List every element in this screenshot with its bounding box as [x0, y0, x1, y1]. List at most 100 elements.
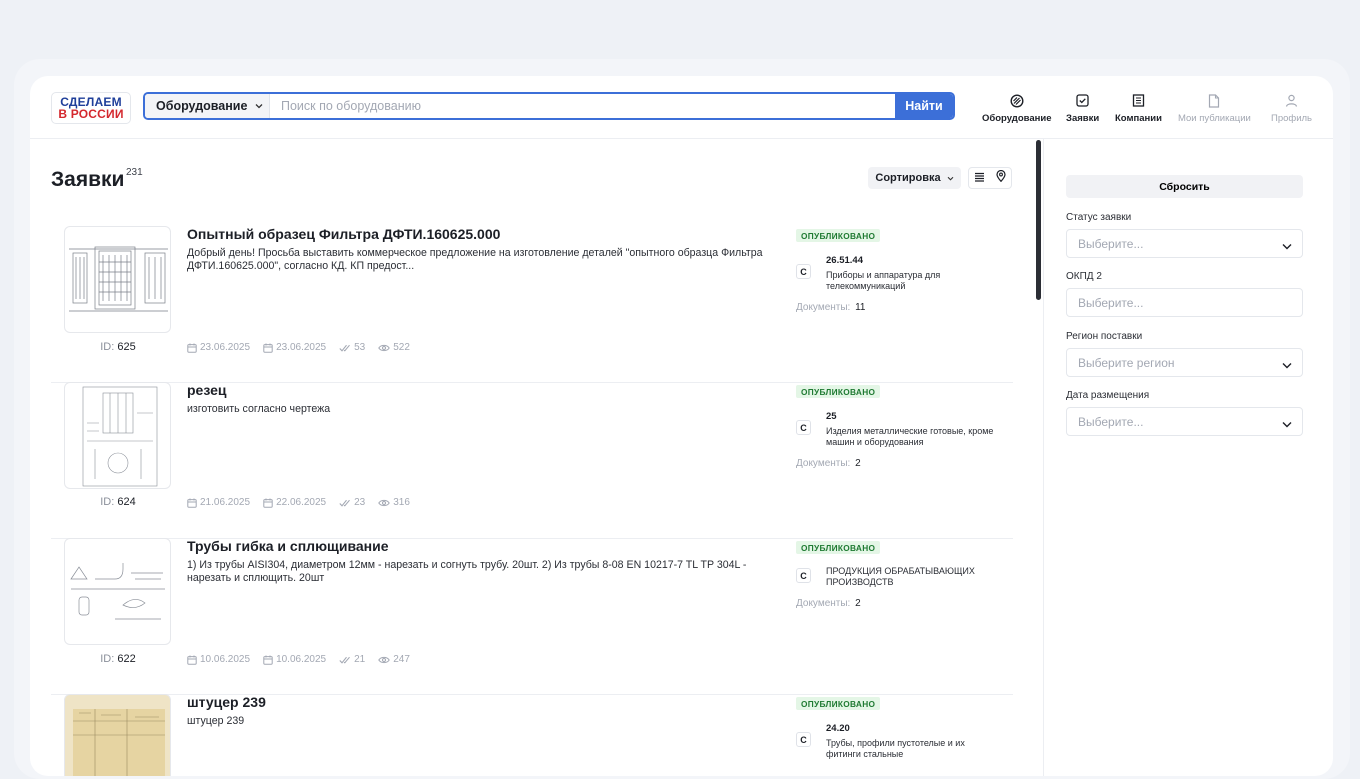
profile-icon [1284, 93, 1299, 108]
eye-icon [378, 499, 391, 506]
docs-value: 11 [855, 302, 866, 313]
reset-filters-button[interactable]: Сбросить [1066, 175, 1303, 198]
nav-label: Мои публикации [1178, 113, 1251, 124]
nav-companies[interactable]: Компании [1115, 93, 1162, 124]
sort-label: Сортировка [875, 172, 941, 184]
item-title[interactable]: Опытный образец Фильтра ДФТИ.160625.000 [187, 226, 500, 242]
publications-icon [1207, 93, 1222, 108]
id-value: 625 [117, 341, 136, 353]
date-filter-placeholder: Выберите... [1078, 414, 1144, 429]
class-badge: С [796, 264, 811, 279]
calendar-icon [187, 498, 197, 508]
search-category-select[interactable]: Оборудование [145, 94, 270, 118]
id-value: 624 [117, 496, 136, 508]
class-badge: С [796, 732, 811, 747]
item-title[interactable]: Трубы гибка и сплющивание [187, 538, 389, 554]
date-filter-label: Дата размещения [1066, 390, 1150, 401]
item-thumbnail[interactable] [64, 382, 171, 489]
nav-requests[interactable]: Заявки [1066, 93, 1099, 124]
id-label: ID: [100, 496, 115, 508]
item-id: ID: 622 [51, 653, 185, 665]
updated-date: 23.06.2025 [263, 342, 326, 353]
views-value: 316 [393, 497, 410, 508]
updated-date-value: 10.06.2025 [276, 654, 327, 665]
docs-value: 2 [855, 458, 861, 469]
calendar-icon [187, 655, 197, 665]
sort-button[interactable]: Сортировка [868, 167, 961, 189]
chevron-down-icon [1282, 358, 1292, 372]
item-thumbnail[interactable] [64, 538, 171, 645]
item-title[interactable]: штуцер 239 [187, 694, 266, 710]
double-check-icon [339, 344, 351, 352]
nav-equipment[interactable]: Оборудование [982, 93, 1051, 124]
date-filter-select[interactable]: Выберите... [1066, 407, 1303, 436]
item-description: 1) Из трубы AISI304, диаметром 12мм - на… [187, 559, 747, 584]
page-title: Заявки [51, 168, 125, 191]
okpd-code: 24.20 [826, 723, 850, 734]
region-filter-select[interactable]: Выберите регион [1066, 348, 1303, 377]
docs-label: Документы: [796, 302, 851, 313]
item-meta: 23.06.2025 23.06.2025 53 522 [187, 342, 423, 353]
responses-value: 23 [354, 497, 366, 508]
okpd-filter-input[interactable]: Выберите... [1066, 288, 1303, 317]
calendar-icon [263, 498, 273, 508]
region-filter-placeholder: Выберите регион [1078, 355, 1175, 370]
created-date-value: 10.06.2025 [200, 654, 251, 665]
nav-profile[interactable]: Профиль [1271, 93, 1312, 124]
documents-count: Документы: 2 [796, 458, 861, 469]
item-title[interactable]: резец [187, 382, 227, 398]
okpd-filter-placeholder: Выберите... [1078, 295, 1144, 310]
list-item[interactable]: ID: 622 Трубы гибка и сплющивание 1) Из … [51, 538, 1013, 695]
app-window: СДЕЛАЕМ В РОССИИ Оборудование Найти Обор… [30, 76, 1333, 776]
nav-label: Заявки [1066, 113, 1100, 124]
chevron-down-icon [1282, 417, 1292, 431]
search-button[interactable]: Найти [895, 94, 953, 118]
nav-label: Компании [1115, 113, 1162, 124]
list-item[interactable]: ID: 625 Опытный образец Фильтра ДФТИ.160… [51, 226, 1013, 383]
responses-count: 21 [339, 654, 365, 665]
okpd-category: ПРОДУКЦИЯ ОБРАБАТЫВАЮЩИХ ПРОИЗВОДСТВ [826, 566, 975, 587]
search-bar: Оборудование Найти [143, 92, 955, 120]
item-thumbnail[interactable] [64, 226, 171, 333]
top-header: СДЕЛАЕМ В РОССИИ Оборудование Найти Обор… [30, 76, 1333, 139]
region-filter-label: Регион поставки [1066, 331, 1143, 342]
map-pin-icon [995, 169, 1006, 187]
created-date: 21.06.2025 [187, 497, 250, 508]
views-value: 522 [393, 342, 410, 353]
item-description: изготовить согласно чертежа [187, 403, 331, 415]
list-item[interactable]: ID: 624 резец изготовить согласно чертеж… [51, 382, 1013, 539]
list-scrollbar[interactable] [1036, 140, 1041, 300]
requests-icon [1075, 93, 1090, 108]
responses-count: 23 [339, 497, 365, 508]
calendar-icon [187, 343, 197, 353]
list-view-button[interactable] [969, 168, 990, 188]
okpd-category: Приборы и аппаратура для телекоммуникаци… [826, 270, 941, 291]
calendar-icon [263, 655, 273, 665]
created-date: 23.06.2025 [187, 342, 250, 353]
class-badge: С [796, 568, 811, 583]
okpd-category: Изделия металлические готовые, кроме маш… [826, 426, 994, 447]
brand-logo[interactable]: СДЕЛАЕМ В РОССИИ [51, 92, 131, 124]
updated-date-value: 23.06.2025 [276, 342, 327, 353]
search-input[interactable] [270, 94, 895, 118]
created-date-value: 23.06.2025 [200, 342, 251, 353]
item-description: штуцер 239 [187, 715, 245, 727]
okpd-filter-label: ОКПД 2 [1066, 271, 1102, 282]
map-view-button[interactable] [990, 168, 1011, 188]
companies-icon [1131, 93, 1146, 108]
eye-icon [378, 344, 391, 351]
status-badge: ОПУБЛИКОВАНО [796, 541, 881, 554]
id-label: ID: [100, 341, 115, 353]
nav-my-publications[interactable]: Мои публикации [1178, 93, 1251, 124]
id-value: 622 [117, 653, 136, 665]
status-filter-select[interactable]: Выберите... [1066, 229, 1303, 258]
item-thumbnail[interactable] [64, 694, 171, 776]
docs-label: Документы: [796, 458, 851, 469]
responses-value: 53 [354, 342, 366, 353]
equipment-icon [1009, 93, 1024, 108]
list-item[interactable]: штуцер 239 штуцер 239 ОПУБЛИКОВАНО С 24.… [51, 694, 1013, 776]
nav-label: Оборудование [982, 113, 1052, 124]
views-count: 522 [378, 342, 410, 353]
views-count: 247 [378, 654, 410, 665]
list-icon [974, 169, 985, 187]
